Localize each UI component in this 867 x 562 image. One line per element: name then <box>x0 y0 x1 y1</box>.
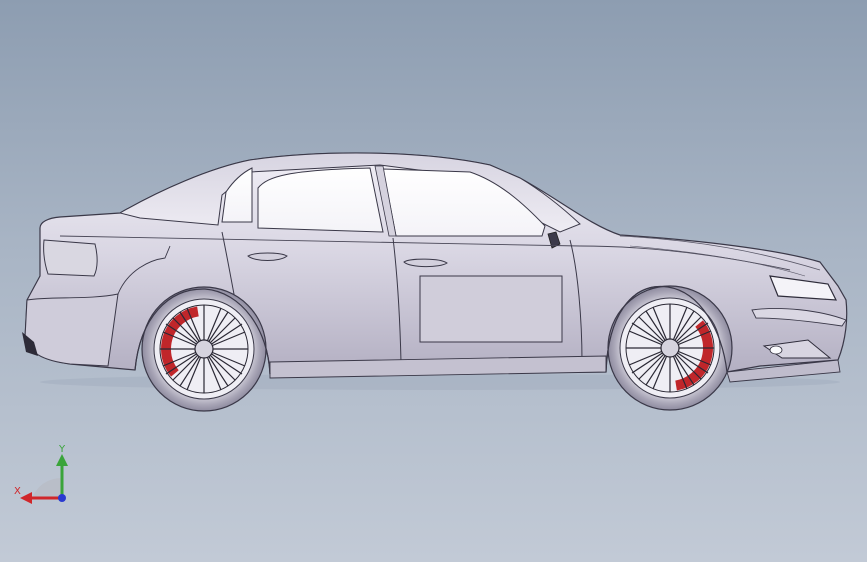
rear-wheel-hub <box>194 339 214 359</box>
rear-door-window <box>257 167 384 233</box>
triad-z-plane <box>32 478 62 498</box>
x-axis-arrowhead <box>20 492 32 504</box>
rear-door-handle[interactable] <box>247 252 288 261</box>
side-panel-decal <box>419 275 563 343</box>
rear-bumper <box>24 293 119 367</box>
car-model[interactable] <box>0 0 867 562</box>
z-axis-icon <box>58 494 66 502</box>
x-axis-label: X <box>14 486 21 497</box>
front-door-handle[interactable] <box>403 258 448 268</box>
coordinate-triad[interactable]: X Y <box>12 440 82 510</box>
y-axis-label: Y <box>58 444 66 455</box>
rear-wheel[interactable] <box>141 286 267 412</box>
graphics-viewport[interactable]: X Y <box>0 0 867 562</box>
front-wheel-hub <box>660 338 680 358</box>
tail-light <box>43 239 98 277</box>
fog-lamp <box>769 345 783 355</box>
front-wheel[interactable] <box>607 285 733 411</box>
y-axis-arrowhead <box>56 454 68 466</box>
